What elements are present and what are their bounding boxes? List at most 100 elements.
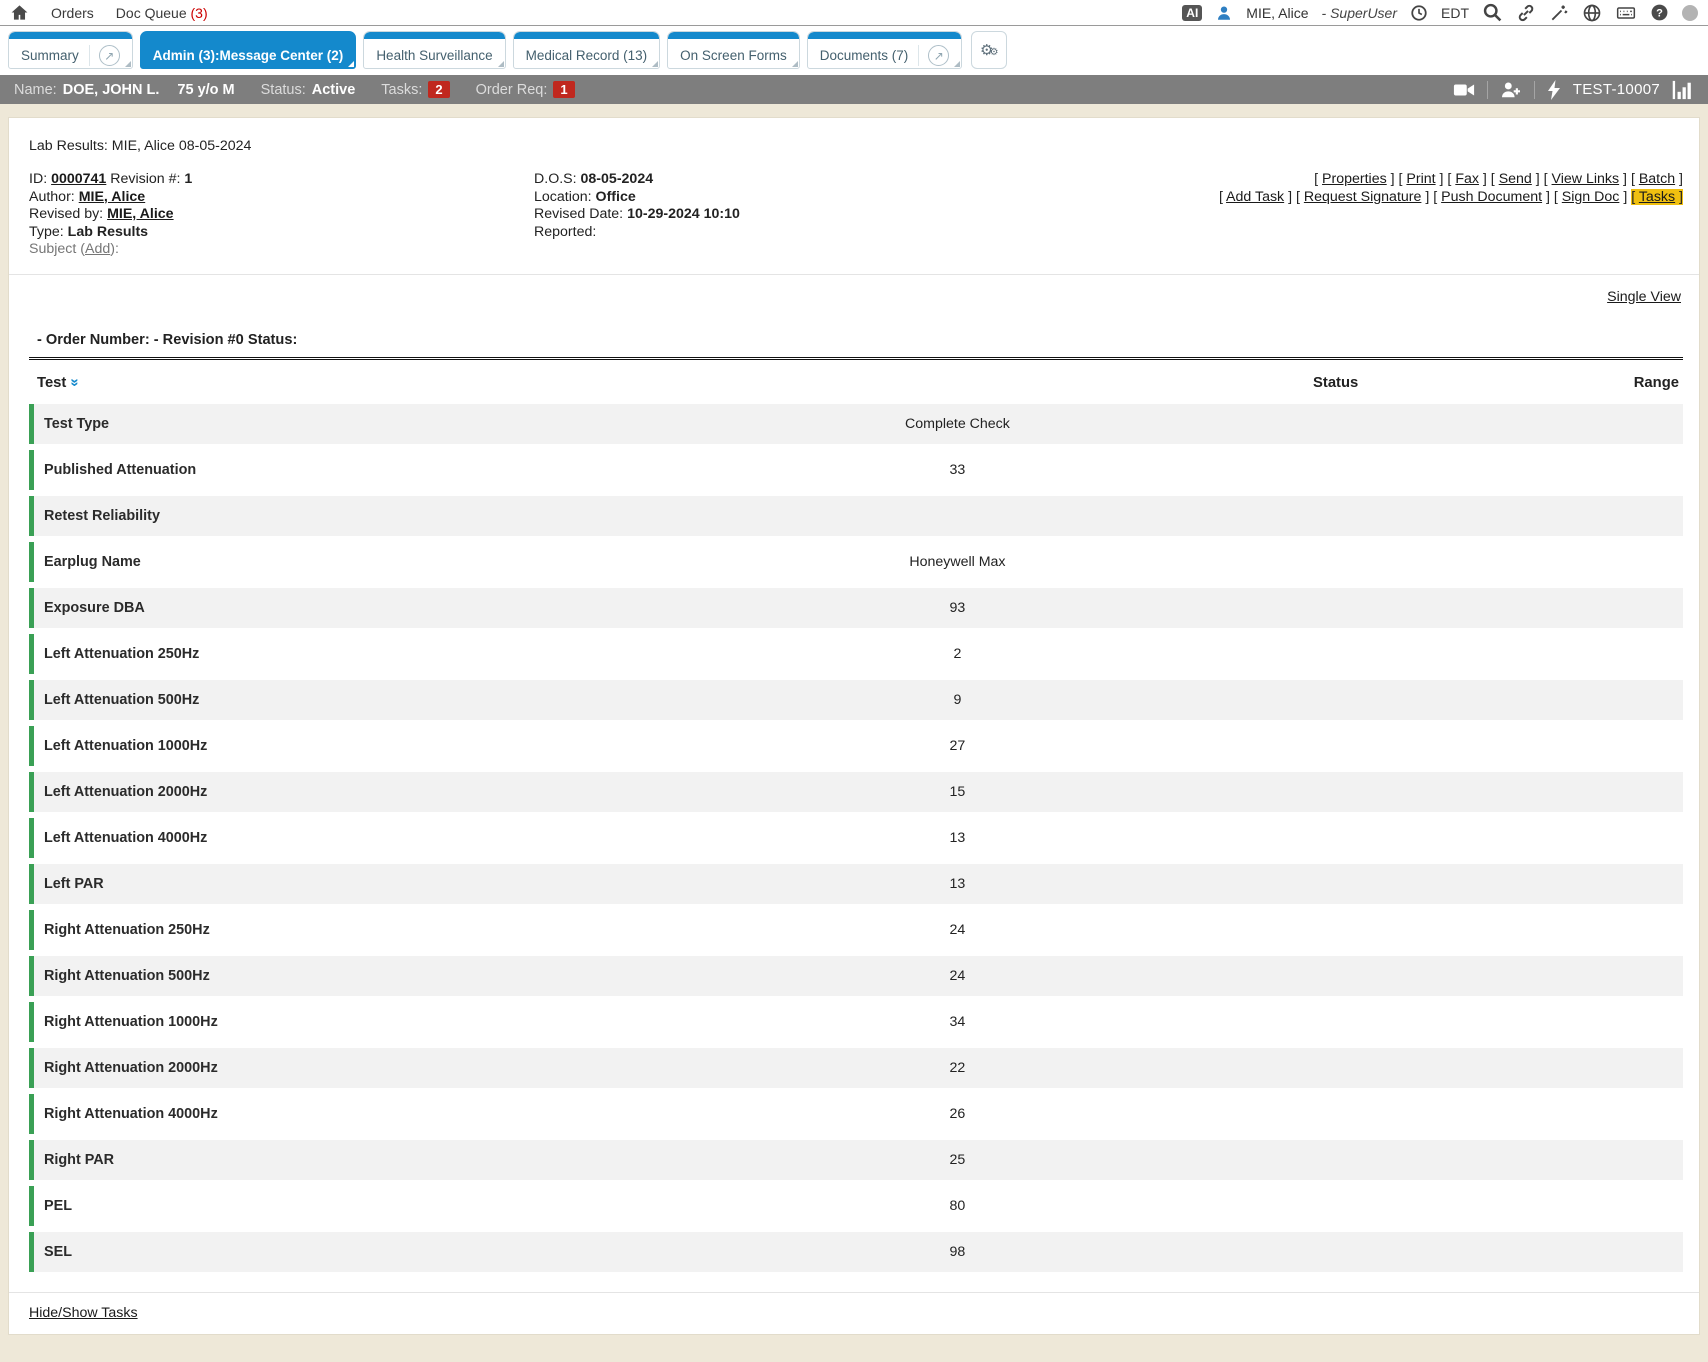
test-name: SEL	[34, 1244, 727, 1260]
revision-number: 1	[184, 171, 192, 187]
test-name: Retest Reliability	[34, 508, 727, 524]
username[interactable]: MIE, Alice	[1246, 5, 1308, 21]
patient-name[interactable]: DOE, JOHN L.	[63, 82, 160, 98]
gear-icon: ⚙⚙	[980, 41, 998, 59]
table-row: Left Attenuation 4000Hz13	[29, 818, 1683, 858]
clock-icon[interactable]	[1410, 4, 1428, 22]
header-divider	[9, 274, 1699, 275]
location-value: Office	[596, 189, 636, 205]
test-value: 13	[727, 830, 1189, 846]
add-person-icon[interactable]	[1500, 81, 1522, 99]
timezone-label: EDT	[1441, 5, 1469, 21]
test-name: Right Attenuation 250Hz	[34, 922, 727, 938]
column-test: Test	[37, 375, 66, 391]
test-value: 27	[727, 738, 1189, 754]
test-name: Left Attenuation 2000Hz	[34, 784, 727, 800]
dos-value: 08-05-2024	[581, 171, 654, 187]
search-icon[interactable]	[1482, 2, 1503, 23]
popout-icon[interactable]: ↗	[928, 45, 949, 66]
test-value: 98	[727, 1244, 1189, 1260]
tasks-count-badge[interactable]: 2	[428, 81, 449, 98]
test-value: 2	[727, 646, 1189, 662]
home-icon[interactable]	[10, 3, 29, 22]
globe-icon[interactable]	[1582, 3, 1602, 23]
tab-on-screen-forms[interactable]: On Screen Forms	[667, 31, 800, 69]
column-range: Range	[1485, 375, 1683, 391]
test-value: 80	[727, 1198, 1189, 1214]
doc-action-view-links[interactable]: [ View Links ]	[1544, 171, 1631, 187]
test-value: 9	[727, 692, 1189, 708]
doc-action-fax[interactable]: [ Fax ]	[1447, 171, 1490, 187]
user-role: - SuperUser	[1322, 5, 1397, 21]
sort-chevrons-icon[interactable]: »	[68, 378, 83, 386]
doc-action-request-signature[interactable]: [ Request Signature ]	[1296, 189, 1433, 205]
tasks-label: Tasks:	[381, 82, 422, 98]
keyboard-icon[interactable]	[1615, 3, 1637, 23]
doc-action-batch[interactable]: [ Batch ]	[1631, 171, 1683, 187]
doc-action-sign-doc[interactable]: [ Sign Doc ]	[1554, 189, 1631, 205]
table-row: Right Attenuation 500Hz24	[29, 956, 1683, 996]
lightning-icon[interactable]	[1547, 80, 1561, 100]
patient-banner: Name: DOE, JOHN L. 75 y/o M Status: Acti…	[0, 75, 1708, 104]
order-req-count-badge[interactable]: 1	[553, 81, 574, 98]
link-icon[interactable]	[1516, 3, 1536, 23]
revised-by-link[interactable]: MIE, Alice	[107, 206, 174, 222]
single-view-link[interactable]: Single View	[1607, 289, 1681, 305]
hide-show-tasks-link[interactable]: Hide/Show Tasks	[29, 1305, 138, 1321]
video-camera-icon[interactable]	[1453, 81, 1475, 99]
patient-age-sex: 75 y/o M	[177, 82, 234, 98]
revised-date-value: 10-29-2024 10:10	[627, 206, 740, 222]
nav-orders[interactable]: Orders	[51, 5, 94, 21]
table-row: Published Attenuation33	[29, 450, 1683, 490]
popout-icon[interactable]: ↗	[99, 45, 120, 66]
tab-settings-button[interactable]: ⚙⚙	[971, 31, 1007, 69]
tab-medical-record[interactable]: Medical Record (13)	[513, 31, 661, 69]
subject-add-link[interactable]: Add	[85, 241, 110, 257]
document-title: Lab Results: MIE, Alice 08-05-2024	[29, 138, 1683, 154]
table-row: Right PAR25	[29, 1140, 1683, 1180]
wand-icon[interactable]	[1549, 3, 1569, 23]
table-row: SEL98	[29, 1232, 1683, 1272]
presence-indicator-icon[interactable]	[1682, 5, 1698, 21]
table-row: Exposure DBA93	[29, 588, 1683, 628]
bar-chart-icon[interactable]	[1672, 80, 1694, 100]
test-name: Exposure DBA	[34, 600, 727, 616]
doc-action-push-document[interactable]: [ Push Document ]	[1433, 189, 1554, 205]
tab-summary[interactable]: Summary ↗	[8, 31, 133, 69]
table-row: Test TypeComplete Check	[29, 404, 1683, 444]
document-type: Lab Results	[68, 224, 148, 240]
ai-badge[interactable]: AI	[1182, 5, 1202, 21]
tab-admin-message-center[interactable]: Admin (3):Message Center (2)	[140, 31, 357, 69]
test-name: Right Attenuation 500Hz	[34, 968, 727, 984]
help-icon[interactable]: ?	[1650, 3, 1669, 22]
test-name: Right Attenuation 1000Hz	[34, 1014, 727, 1030]
doc-action-print[interactable]: [ Print ]	[1399, 171, 1448, 187]
test-value: 25	[727, 1152, 1189, 1168]
tab-documents[interactable]: Documents (7) ↗	[807, 31, 963, 69]
id-label: ID:	[29, 171, 47, 187]
type-label: Type:	[29, 224, 64, 240]
table-row: Right Attenuation 2000Hz22	[29, 1048, 1683, 1088]
station-id[interactable]: TEST-10007	[1573, 81, 1660, 98]
nav-doc-queue[interactable]: Doc Queue (3)	[116, 5, 208, 21]
patient-name-label: Name:	[14, 82, 57, 98]
chart-tab-bar: Summary ↗ Admin (3):Message Center (2) H…	[0, 26, 1708, 75]
patient-status: Active	[312, 82, 356, 98]
author-link[interactable]: MIE, Alice	[79, 189, 146, 205]
doc-queue-count: (3)	[191, 5, 208, 21]
test-value: 34	[727, 1014, 1189, 1030]
test-value: Honeywell Max	[727, 554, 1189, 570]
table-row: Right Attenuation 4000Hz26	[29, 1094, 1683, 1134]
test-name: Test Type	[34, 416, 727, 432]
doc-action-tasks[interactable]: [ Tasks ]	[1631, 189, 1683, 205]
tab-health-surveillance[interactable]: Health Surveillance	[363, 31, 505, 69]
doc-action-add-task[interactable]: [ Add Task ]	[1219, 189, 1296, 205]
test-name: Right Attenuation 4000Hz	[34, 1106, 727, 1122]
doc-action-properties[interactable]: [ Properties ]	[1314, 171, 1398, 187]
document-id-link[interactable]: 0000741	[51, 171, 106, 187]
doc-action-send[interactable]: [ Send ]	[1491, 171, 1544, 187]
test-value: 15	[727, 784, 1189, 800]
top-bar: Orders Doc Queue (3) AI MIE, Alice - Sup…	[0, 0, 1708, 26]
test-name: Left Attenuation 500Hz	[34, 692, 727, 708]
table-row: Left Attenuation 500Hz9	[29, 680, 1683, 720]
